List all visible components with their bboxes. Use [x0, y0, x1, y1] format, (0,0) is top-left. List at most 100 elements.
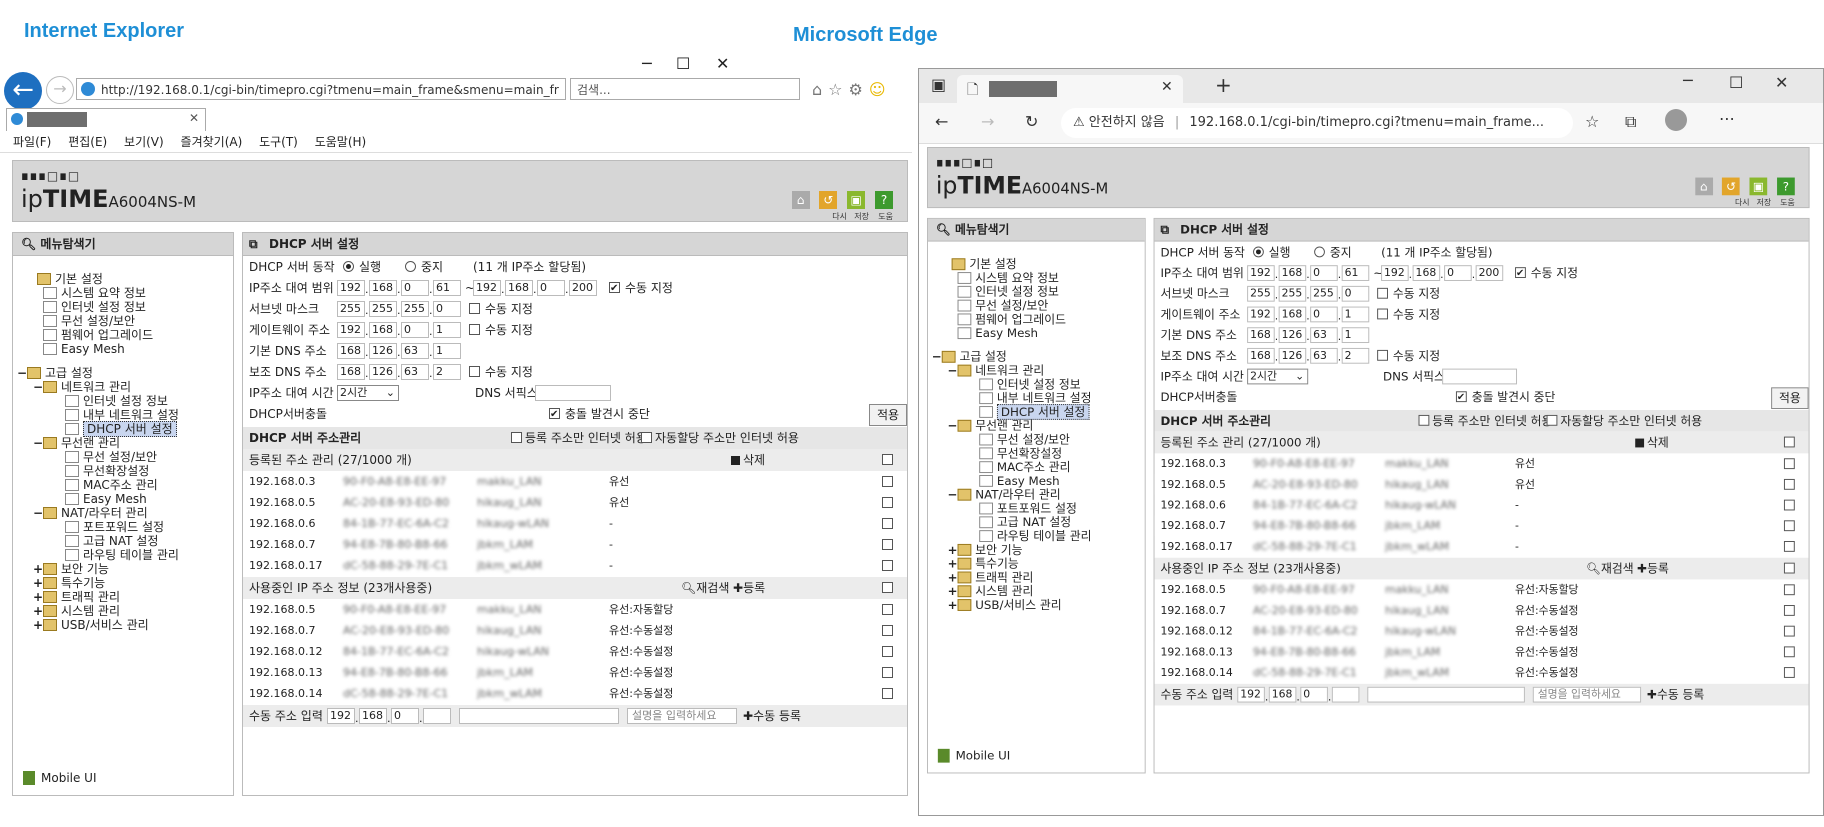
ip-octet-input[interactable]: 168	[337, 364, 365, 380]
row-checkbox[interactable]	[882, 625, 893, 636]
conflict-stop-checkbox[interactable]	[1455, 388, 1467, 408]
save-icon[interactable]: ▣	[847, 191, 866, 209]
ip-octet-input[interactable]: 0	[1444, 265, 1472, 281]
close-icon[interactable]: ✕	[716, 54, 729, 73]
ip-octet-input[interactable]: 126	[369, 343, 397, 359]
ip-octet-input[interactable]: 0	[537, 280, 565, 296]
delete-button[interactable]: 삭제	[731, 449, 765, 471]
back-button[interactable]: ←	[4, 72, 42, 110]
expand-icon[interactable]: −	[33, 379, 43, 395]
run-radio[interactable]	[343, 261, 354, 272]
row-checkbox[interactable]	[882, 604, 893, 615]
ip-octet-input[interactable]: 192	[1247, 265, 1275, 281]
ip-octet-input[interactable]: 168	[505, 280, 533, 296]
range-manual-checkbox[interactable]	[609, 279, 620, 299]
row-checkbox[interactable]	[882, 560, 893, 571]
row-checkbox[interactable]	[1783, 605, 1795, 616]
tab-close-icon[interactable]: ✕	[1161, 79, 1173, 95]
dns2-manual-checkbox[interactable]	[469, 366, 480, 377]
menu-tools[interactable]: 도구(T)	[259, 135, 298, 149]
row-checkbox[interactable]	[882, 539, 893, 550]
help-icon[interactable]: ?	[1777, 177, 1795, 196]
description-input[interactable]: 설명을 입력하세요	[1532, 686, 1642, 703]
row-checkbox[interactable]	[1783, 458, 1795, 470]
allow-auto-checkbox[interactable]	[1546, 414, 1558, 426]
ip-octet-input[interactable]: 192	[337, 322, 365, 338]
menu-favorites[interactable]: 즐겨찾기(A)	[181, 135, 243, 149]
apply-button[interactable]: 적용	[869, 404, 907, 426]
registered-select-all[interactable]	[1783, 436, 1795, 448]
ip-octet-input[interactable]	[423, 708, 451, 724]
lease-select[interactable]: 2시간 ⌄	[337, 385, 399, 401]
home-icon[interactable]: ⌂	[791, 191, 810, 209]
mac-input[interactable]	[1367, 686, 1525, 703]
refresh-icon[interactable]: ↺	[1722, 177, 1740, 196]
home-icon[interactable]: ⌂	[1694, 177, 1713, 196]
row-checkbox[interactable]	[1783, 584, 1795, 596]
inuse-select-all[interactable]	[1783, 562, 1795, 574]
manual-register-button[interactable]: ✚수동 등록	[1647, 684, 1704, 706]
gateway-manual-checkbox[interactable]	[1377, 308, 1388, 320]
register-button[interactable]: ✚등록	[1637, 558, 1669, 580]
maximize-icon[interactable]: ☐	[676, 54, 690, 73]
ip-octet-input[interactable]: 255	[1247, 285, 1275, 302]
ip-octet-input[interactable]: 200	[1475, 265, 1504, 281]
ip-octet-input[interactable]: 61	[1341, 265, 1370, 281]
maximize-icon[interactable]: ☐	[1729, 73, 1743, 92]
expand-icon[interactable]: −	[17, 365, 27, 381]
ip-octet-input[interactable]: 255	[1278, 285, 1307, 302]
ip-octet-input[interactable]: 63	[1310, 347, 1338, 364]
minimize-icon[interactable]: ─	[1683, 71, 1693, 90]
row-checkbox[interactable]	[882, 646, 893, 657]
ip-octet-input[interactable]: 126	[1278, 327, 1307, 344]
row-checkbox[interactable]	[1783, 478, 1795, 490]
menu-view[interactable]: 보기(V)	[124, 135, 164, 149]
ip-octet-input[interactable]: 255	[1310, 285, 1338, 302]
ip-octet-input[interactable]: 168	[1278, 265, 1307, 281]
ip-octet-input[interactable]: 168	[1278, 306, 1307, 323]
ip-octet-input[interactable]: 0	[401, 322, 429, 338]
tree-item[interactable]: + USB/서비스 관리	[948, 597, 1062, 613]
mobile-ui-link[interactable]: Mobile UI	[937, 748, 1010, 763]
ip-octet-input[interactable]: 192	[473, 280, 501, 296]
ip-octet-input[interactable]: 168	[369, 280, 397, 296]
row-checkbox[interactable]	[882, 518, 893, 529]
tree-item[interactable]: Easy Mesh	[957, 325, 1038, 341]
ie-search-box[interactable]: 검색...	[570, 78, 800, 100]
ip-octet-input[interactable]: 168	[359, 708, 387, 724]
expand-icon[interactable]: −	[932, 349, 942, 365]
ip-octet-input[interactable]: 192	[337, 280, 365, 296]
ip-octet-input[interactable]: 63	[1310, 327, 1338, 344]
rescan-button[interactable]: 🔍︎재검색	[1586, 558, 1634, 580]
row-checkbox[interactable]	[1783, 541, 1795, 552]
expand-icon[interactable]: −	[948, 363, 958, 379]
ip-octet-input[interactable]: 0	[1310, 306, 1338, 323]
row-checkbox[interactable]	[1783, 646, 1795, 658]
expand-icon[interactable]: −	[33, 505, 43, 521]
ip-octet-input[interactable]: 168	[1247, 347, 1275, 364]
lease-select[interactable]: 2시간 ⌄	[1247, 368, 1309, 385]
favorites-icon[interactable]: ☆	[1585, 112, 1599, 131]
allow-registered-checkbox[interactable]	[511, 432, 522, 443]
subnet-manual-checkbox[interactable]	[469, 303, 480, 314]
row-checkbox[interactable]	[1783, 499, 1795, 511]
ip-octet-input[interactable]: 61	[433, 280, 461, 296]
expand-icon[interactable]: −	[948, 418, 958, 434]
ip-octet-input[interactable]: 63	[401, 343, 429, 359]
menu-edit[interactable]: 편집(E)	[68, 135, 107, 149]
ip-octet-input[interactable]: 2	[1341, 347, 1370, 364]
ip-octet-input[interactable]: 168	[1247, 327, 1275, 344]
delete-button[interactable]: 삭제	[1635, 432, 1669, 454]
mac-input[interactable]	[459, 708, 619, 724]
ip-octet-input[interactable]: 192	[1247, 306, 1275, 323]
inuse-select-all[interactable]	[882, 582, 893, 593]
row-checkbox[interactable]	[882, 476, 893, 487]
ip-octet-input[interactable]	[1331, 686, 1360, 703]
dns-suffix-input[interactable]	[535, 385, 611, 401]
ip-octet-input[interactable]: 168	[369, 322, 397, 338]
ip-octet-input[interactable]: 126	[369, 364, 397, 380]
ip-octet-input[interactable]: 126	[1278, 347, 1307, 364]
registered-select-all[interactable]	[882, 454, 893, 465]
ip-octet-input[interactable]: 192	[1381, 265, 1409, 281]
ip-octet-input[interactable]: 200	[569, 280, 597, 296]
